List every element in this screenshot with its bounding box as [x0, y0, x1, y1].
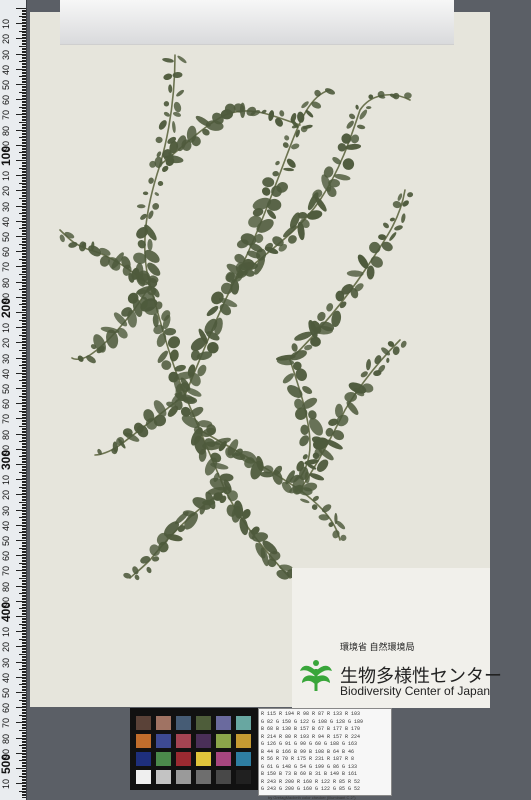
leaf — [158, 120, 167, 130]
leaf — [168, 84, 173, 93]
leaf — [173, 101, 182, 113]
leaf — [272, 170, 279, 177]
color-chip — [196, 716, 211, 730]
color-chip — [176, 770, 191, 784]
leaf — [328, 522, 334, 528]
leaf — [324, 88, 336, 95]
leaf — [284, 135, 290, 141]
leaf — [163, 73, 173, 81]
leaf — [282, 373, 294, 384]
leaf — [304, 471, 310, 484]
leaf — [275, 160, 280, 166]
color-chip — [196, 770, 211, 784]
leaf — [297, 111, 305, 123]
leaf — [314, 89, 321, 97]
leaf — [152, 202, 160, 210]
leaf — [279, 110, 285, 117]
color-chip — [236, 752, 251, 766]
leaf — [381, 241, 393, 252]
leaf — [332, 430, 345, 441]
leaf — [305, 109, 314, 118]
leaf — [286, 158, 296, 168]
color-chip — [216, 716, 231, 730]
color-chip — [236, 770, 251, 784]
leaf — [283, 167, 295, 172]
leaf — [342, 158, 355, 170]
leaf — [147, 286, 157, 296]
color-chip — [136, 770, 151, 784]
leaf — [366, 359, 371, 371]
leaf — [369, 241, 381, 254]
color-chip — [156, 770, 171, 784]
color-chip — [156, 734, 171, 748]
leaf — [155, 136, 163, 144]
leaf — [136, 204, 146, 209]
color-chip — [196, 752, 211, 766]
leaf — [356, 124, 366, 130]
leaf — [401, 213, 406, 224]
leaf — [355, 104, 359, 110]
leaf — [386, 357, 390, 363]
leaf — [86, 355, 96, 364]
leaf — [349, 113, 356, 120]
leaf — [163, 101, 170, 107]
leaf — [261, 187, 271, 196]
biodiversity-center-logo — [300, 660, 332, 691]
leaf — [157, 180, 164, 187]
leaf — [394, 225, 403, 231]
leaf — [325, 427, 334, 437]
leaf — [172, 121, 176, 133]
leaf — [341, 133, 352, 144]
color-chip — [136, 716, 151, 730]
leaf — [142, 191, 149, 196]
leaf — [239, 517, 249, 536]
color-chip — [176, 734, 191, 748]
leaf — [176, 89, 185, 97]
leaf — [169, 349, 179, 362]
color-chip — [156, 752, 171, 766]
color-chip — [136, 752, 151, 766]
color-value-table: R 115 R 194 R 98 R 87 R 133 R 103 G 82 G … — [258, 708, 392, 796]
leaf — [162, 57, 174, 63]
leaf — [326, 303, 334, 312]
leaf — [268, 110, 275, 122]
leaf — [291, 343, 298, 352]
leaf — [392, 92, 400, 100]
color-chip — [216, 734, 231, 748]
leaf — [275, 117, 283, 127]
color-table-caption: by GretagMacbeth color checker (Illumina… — [268, 795, 356, 800]
leaf — [300, 498, 310, 504]
leaf — [282, 142, 289, 148]
color-chip — [216, 752, 231, 766]
center-name-en: Biodiversity Center of Japan — [340, 684, 491, 698]
leaf — [302, 386, 313, 394]
leaf — [177, 55, 187, 64]
leaf — [140, 556, 151, 564]
leaf — [146, 566, 152, 574]
color-chip — [176, 752, 191, 766]
color-table-row: G 243 G 200 G 160 G 122 G 85 G 52 — [261, 786, 361, 792]
leaf — [154, 192, 159, 196]
color-chip — [196, 734, 211, 748]
leaf — [137, 239, 146, 249]
color-chip — [236, 734, 251, 748]
leaf — [306, 210, 323, 220]
color-checker — [130, 708, 258, 790]
color-chip — [176, 716, 191, 730]
leaf — [147, 238, 153, 251]
leaf — [383, 222, 389, 229]
color-chip — [216, 770, 231, 784]
ministry-label: 環境省 自然環境局 — [340, 642, 415, 652]
leaf — [163, 111, 170, 117]
leaf — [262, 177, 275, 188]
color-chip — [156, 716, 171, 730]
color-chip — [236, 716, 251, 730]
leaf — [407, 192, 414, 198]
leaf — [400, 340, 407, 348]
leaf — [68, 241, 78, 248]
leaf — [99, 255, 110, 267]
leaf — [366, 106, 372, 110]
color-chip — [136, 734, 151, 748]
leaf — [340, 534, 347, 541]
